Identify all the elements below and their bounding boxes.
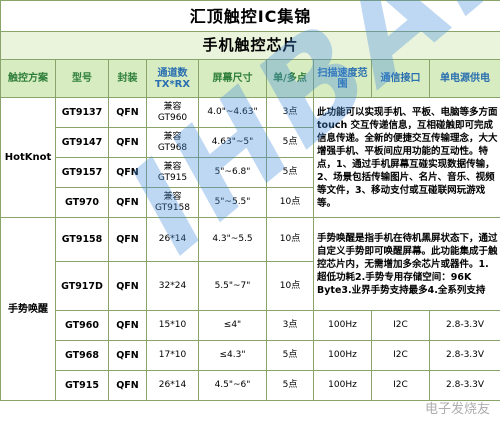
cell-channels: 兼容 GT915 bbox=[146, 157, 199, 188]
cell-package: QFN bbox=[108, 261, 147, 311]
header-interface: 通信接口 bbox=[371, 59, 430, 98]
cell-channels-text: 兼容 GT968 bbox=[157, 131, 188, 153]
cell-channels: 26*14 bbox=[146, 370, 199, 401]
cell-size: 4.63"~5" bbox=[198, 127, 267, 158]
header-model: 型号 bbox=[55, 59, 109, 98]
cell-size: 5"~5.5" bbox=[198, 187, 267, 218]
cell-points: 10点 bbox=[266, 187, 314, 218]
cell-channels-text: 兼容 GT915 bbox=[157, 161, 188, 183]
cell-points: 5点 bbox=[266, 370, 314, 401]
cell-channels: 15*10 bbox=[146, 310, 199, 341]
cell-interface: I2C bbox=[371, 310, 430, 341]
cell-power: 2.8-3.3V bbox=[428, 340, 500, 371]
cell-channels: 兼容 GT968 bbox=[146, 127, 199, 158]
cell-channels: 26*14 bbox=[146, 217, 199, 262]
cell-size: 4.3"~5.5 bbox=[198, 217, 267, 262]
cell-package: QFN bbox=[108, 97, 147, 128]
cell-points: 3点 bbox=[266, 97, 314, 128]
cell-points: 10点 bbox=[266, 217, 314, 262]
header-scheme: 触控方案 bbox=[0, 59, 56, 98]
cell-package: QFN bbox=[108, 370, 147, 401]
cell-package: QFN bbox=[108, 157, 147, 188]
cell-channels: 兼容 GT9158 bbox=[146, 187, 199, 218]
cell-package: QFN bbox=[108, 340, 147, 371]
ic-table: 汇顶触控IC集锦 手机触控芯片 触控方案 型号 封装 通道数 TX*RX 屏幕尺… bbox=[0, 0, 500, 401]
description-hotknot: 此功能可以实现手机、平板、电脑等多方面touch 交互传递信息，互相碰触即可完成… bbox=[312, 97, 500, 218]
cell-model: GT917D bbox=[55, 261, 109, 311]
cell-interface: I2C bbox=[371, 370, 430, 401]
cell-model: GT9157 bbox=[55, 157, 109, 188]
cell-model: GT970 bbox=[55, 187, 109, 218]
cell-size: 5"~6.8" bbox=[198, 157, 267, 188]
header-screen-size: 屏幕尺寸 bbox=[198, 59, 267, 98]
header-package: 封装 bbox=[108, 59, 147, 98]
cell-package: QFN bbox=[108, 217, 147, 262]
cell-points: 10点 bbox=[266, 261, 314, 311]
cell-model: GT9147 bbox=[55, 127, 109, 158]
cell-channels-text: 兼容 GT9158 bbox=[154, 191, 191, 213]
cell-model: GT915 bbox=[55, 370, 109, 401]
cell-size: ≤4.3" bbox=[198, 340, 267, 371]
description-gesture: 手势唤醒是指手机在待机黑屏状态下，通过自定义手势即可唤醒屏幕。此功能集成于触控芯… bbox=[312, 217, 500, 311]
table-title: 汇顶触控IC集锦 bbox=[0, 0, 500, 32]
cell-model: GT9137 bbox=[55, 97, 109, 128]
cell-model: GT9158 bbox=[55, 217, 109, 262]
cell-package: QFN bbox=[108, 187, 147, 218]
group-gesture: 手势唤醒 bbox=[0, 217, 56, 401]
cell-channels-text: 兼容 GT960 bbox=[157, 101, 188, 123]
cell-size: ≤4" bbox=[198, 310, 267, 341]
cell-package: QFN bbox=[108, 310, 147, 341]
cell-points: 5点 bbox=[266, 340, 314, 371]
cell-power: 2.8-3.3V bbox=[428, 310, 500, 341]
header-points: 单/多点 bbox=[266, 59, 314, 98]
header-channels-text: 通道数 TX*RX bbox=[154, 67, 191, 90]
header-scan-rate: 扫描速度范围 bbox=[313, 59, 372, 98]
cell-size: 5.5"~7" bbox=[198, 261, 267, 311]
cell-size: 4.5"~6" bbox=[198, 370, 267, 401]
cell-scan-rate: 100Hz bbox=[313, 340, 372, 371]
cell-points: 3点 bbox=[266, 310, 314, 341]
cell-points: 5点 bbox=[266, 127, 314, 158]
header-power: 单电源供电 bbox=[428, 59, 500, 98]
table-subtitle: 手机触控芯片 bbox=[0, 31, 500, 60]
cell-channels: 32*24 bbox=[146, 261, 199, 311]
cell-package: QFN bbox=[108, 127, 147, 158]
cell-model: GT968 bbox=[55, 340, 109, 371]
cell-scan-rate: 100Hz bbox=[313, 370, 372, 401]
cell-interface: I2C bbox=[371, 340, 430, 371]
cell-power: 2.8-3.3V bbox=[428, 370, 500, 401]
cell-points: 5点 bbox=[266, 157, 314, 188]
cell-size: 4.0"~4.63" bbox=[198, 97, 267, 128]
cell-channels: 兼容 GT960 bbox=[146, 97, 199, 128]
cell-channels: 17*10 bbox=[146, 340, 199, 371]
group-hotknot: HotKnot bbox=[0, 97, 56, 218]
cell-scan-rate: 100Hz bbox=[313, 310, 372, 341]
cell-model: GT960 bbox=[55, 310, 109, 341]
header-channels: 通道数 TX*RX bbox=[146, 59, 199, 98]
